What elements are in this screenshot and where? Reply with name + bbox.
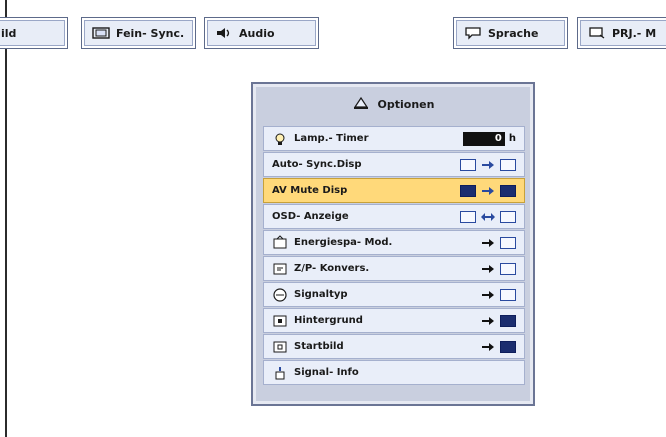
options-panel-icon (352, 95, 370, 114)
hintergrund-submenu-icon (500, 314, 516, 327)
tab-audio-label: Audio (239, 26, 275, 40)
lamp-icon (272, 131, 288, 147)
option-auto-sync-disp[interactable]: Auto- Sync.Disp (263, 152, 525, 177)
hintergrund-indicators (480, 314, 516, 327)
speech-bubble-icon (464, 26, 482, 40)
option-signaltyp-label: Signaltyp (294, 289, 348, 300)
tab-bild[interactable]: ild (0, 17, 68, 49)
signaltyp-submenu-icon (500, 288, 516, 301)
signal-type-icon (272, 287, 288, 303)
screen-outline-icon (500, 158, 516, 171)
tab-bild-label: ild (1, 26, 17, 40)
option-av-mute-disp[interactable]: AV Mute Disp (263, 178, 525, 203)
arrow-right-icon (482, 186, 494, 195)
energiespar-indicators (480, 236, 516, 249)
tab-prj-mode-label: PRJ.- M (612, 26, 657, 40)
arrow-left-right-icon (481, 212, 495, 221)
tab-sprache[interactable]: Sprache (453, 17, 568, 49)
option-auto-sync-disp-label: Auto- Sync.Disp (272, 159, 362, 170)
tab-fein-sync-label: Fein- Sync. (116, 26, 185, 40)
lamp-timer-unit: h (508, 133, 516, 144)
left-border-line (5, 0, 7, 437)
zoom-pan-icon (272, 261, 288, 277)
option-osd-anzeige[interactable]: OSD- Anzeige (263, 204, 525, 229)
option-lamp-timer[interactable]: Lamp.- Timer 0 h (263, 126, 525, 151)
options-title-text: Optionen (377, 97, 435, 111)
startup-image-icon (272, 339, 288, 355)
option-hintergrund[interactable]: Hintergrund (263, 308, 525, 333)
option-energiespar-mod-label: Energiespa- Mod. (294, 237, 393, 248)
option-av-mute-disp-label: AV Mute Disp (272, 185, 348, 196)
tab-sprache-label: Sprache (488, 26, 539, 40)
auto-sync-disp-indicators (460, 158, 516, 171)
option-startbild[interactable]: Startbild (263, 334, 525, 359)
arrow-right-icon (482, 160, 494, 169)
zp-submenu-icon (500, 262, 516, 275)
arrow-right-icon (482, 264, 494, 273)
option-signal-info-label: Signal- Info (294, 367, 359, 378)
av-mute-disp-indicators (460, 184, 516, 197)
signal-info-icon (272, 365, 288, 381)
startbild-indicators (480, 340, 516, 353)
tab-fein-sync[interactable]: Fein- Sync. (81, 17, 196, 49)
option-signaltyp[interactable]: Signaltyp (263, 282, 525, 307)
options-list: Lamp.- Timer 0 h Auto- Sync.Disp AV Mute… (263, 126, 525, 386)
mute-screen-icon (460, 184, 476, 197)
background-icon (272, 313, 288, 329)
options-title: Optionen (253, 90, 533, 118)
osd-anzeige-indicators (460, 210, 516, 223)
option-zp-konvers[interactable]: Z/P- Konvers. (263, 256, 525, 281)
tab-audio[interactable]: Audio (204, 17, 319, 49)
sync-screen-icon (92, 26, 110, 40)
osd-screen-alt-icon (500, 210, 516, 223)
mute-screen-filled-icon (500, 184, 516, 197)
lamp-timer-value-group: 0 h (462, 131, 516, 146)
options-panel: Optionen Lamp.- Timer 0 h Auto- Sync.Dis… (251, 82, 535, 406)
lamp-timer-value: 0 (462, 131, 505, 146)
tab-prj-mode[interactable]: PRJ.- M (577, 17, 666, 49)
power-save-icon (272, 234, 288, 251)
zp-konvers-indicators (480, 262, 516, 275)
arrow-right-icon (482, 316, 494, 325)
screen-small-icon (460, 158, 476, 171)
option-lamp-timer-label: Lamp.- Timer (294, 133, 369, 144)
option-signal-info[interactable]: Signal- Info (263, 360, 525, 385)
arrow-right-icon (482, 290, 494, 299)
arrow-right-icon (482, 238, 494, 247)
energiespar-submenu-icon (500, 236, 516, 249)
option-osd-anzeige-label: OSD- Anzeige (272, 211, 349, 222)
projector-monitor-icon (588, 26, 606, 40)
arrow-right-icon (482, 342, 494, 351)
option-startbild-label: Startbild (294, 341, 344, 352)
osd-screen-icon (460, 210, 476, 223)
option-hintergrund-label: Hintergrund (294, 315, 363, 326)
option-energiespar-mod[interactable]: Energiespa- Mod. (263, 230, 525, 255)
speaker-icon (215, 26, 233, 40)
startbild-submenu-icon (500, 340, 516, 353)
signaltyp-indicators (480, 288, 516, 301)
option-zp-konvers-label: Z/P- Konvers. (294, 263, 370, 274)
